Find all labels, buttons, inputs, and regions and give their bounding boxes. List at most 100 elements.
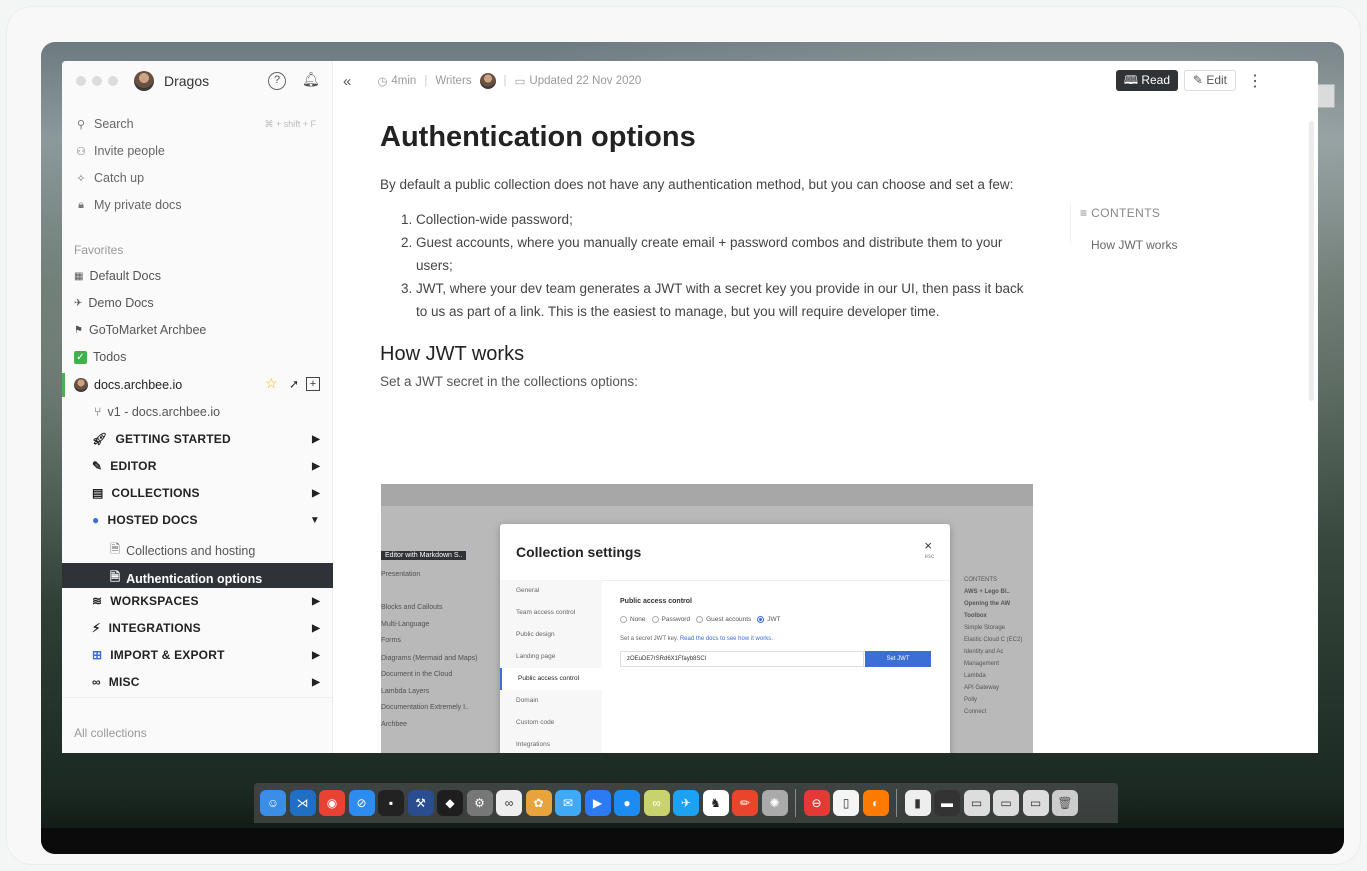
firefox-icon[interactable]: ◐ [862, 790, 889, 816]
radio-option[interactable]: Password [651, 616, 690, 623]
modal-nav-item[interactable]: Public design [500, 624, 602, 646]
invite-link[interactable]: ⚇ Invite people [74, 144, 165, 158]
add-page-icon[interactable]: + [306, 377, 320, 391]
photos-icon[interactable]: ✿ [525, 790, 552, 816]
space-label: docs.archbee.io [94, 378, 183, 392]
screenshot-sidebar-item: Blocks and Callouts [381, 604, 443, 611]
doc-topbar: « ◷ 4min | Writers | ▭ Updated 22 Nov 20… [333, 61, 1318, 101]
help-icon[interactable]: ? [268, 72, 286, 90]
link-icon[interactable]: ∞ [496, 790, 522, 816]
triangle-right-icon: ▶ [312, 676, 320, 688]
chain-icon[interactable]: ∞ [643, 790, 670, 816]
edit-mode-button[interactable]: ✎ Edit [1183, 70, 1236, 91]
trash-icon[interactable]: 🗑︎ [1052, 790, 1078, 816]
document-icon[interactable]: ▯ [833, 790, 859, 816]
modal-nav-item[interactable]: Domain [500, 690, 602, 712]
screenshot-toc-item: Identity and Ac Management [964, 649, 1004, 667]
screen-icon[interactable]: ▬ [934, 790, 960, 816]
version-item[interactable]: ⑂ v1 - docs.archbee.io [94, 405, 220, 419]
automator-icon[interactable]: ⚙ [466, 790, 493, 816]
twitter-icon[interactable]: ✈ [673, 790, 699, 816]
terminal-icon[interactable]: ▪ [378, 790, 404, 816]
messages-icon[interactable]: ● [614, 790, 640, 816]
pdf-icon[interactable]: ▮ [904, 790, 931, 816]
close-dot[interactable] [76, 76, 86, 86]
category-workspaces[interactable]: ≋ WORKSPACES ▶ [92, 594, 320, 608]
user-avatar[interactable] [134, 71, 154, 91]
radio-option[interactable]: None [620, 616, 646, 623]
app-window: Dragos ? 🔔︎ ⚲ Search ⌘ + shift + F ⚇ Inv… [62, 61, 1318, 753]
modal-nav-item[interactable]: Custom code [500, 712, 602, 734]
no-entry-icon[interactable]: ⊖ [803, 790, 830, 816]
checkbox-icon: ✓ [74, 350, 87, 364]
search-label: Search [94, 117, 134, 131]
favorite-item[interactable]: ▦ Default Docs [74, 269, 161, 283]
window-icon[interactable]: ▭ [963, 790, 990, 816]
chrome-icon[interactable]: ◉ [319, 790, 345, 816]
set-jwt-button[interactable]: Set JWT [865, 651, 931, 667]
private-docs-link[interactable]: 🔒︎ My private docs [74, 198, 181, 212]
category-editor[interactable]: ✎ EDITOR ▶ [92, 459, 320, 473]
active-page-row[interactable]: 🗎 Authentication options [62, 563, 333, 588]
vscode-icon[interactable]: ⋊ [289, 790, 316, 816]
username[interactable]: Dragos [164, 73, 209, 89]
bottom-bar [41, 828, 1344, 854]
category-getting-started[interactable]: 🚀︎ GETTING STARTED ▶ [92, 432, 320, 446]
category-misc[interactable]: ∞ MISC ▶ [92, 675, 320, 689]
favorite-item[interactable]: ✓ Todos [74, 350, 126, 364]
search-link[interactable]: ⚲ Search [74, 117, 134, 131]
read-label: Read [1141, 73, 1170, 87]
bell-icon[interactable]: 🔔︎ [302, 71, 320, 88]
notes-icon[interactable]: ✉ [555, 790, 581, 816]
space-item[interactable]: docs.archbee.io [74, 378, 182, 392]
toc-link[interactable]: How JWT works [1091, 238, 1177, 252]
figma-icon[interactable]: ◆ [437, 790, 463, 816]
safari-icon[interactable]: ⊘ [348, 790, 375, 816]
all-collections-link[interactable]: All collections [74, 726, 147, 740]
window-icon[interactable]: ▭ [993, 790, 1019, 816]
catchup-link[interactable]: ✧ Catch up [74, 171, 144, 185]
modal-nav-item[interactable]: Integrations [500, 734, 602, 753]
page-item[interactable]: 🗎 Collections and hosting [110, 540, 255, 561]
star-icon[interactable]: ☆ [265, 375, 278, 392]
window-controls[interactable] [76, 76, 118, 86]
space-avatar-icon [74, 378, 88, 392]
screenshot-sidebar-item: Forms [381, 637, 401, 644]
category-label: WORKSPACES [110, 594, 199, 608]
jwt-secret-input[interactable]: zOEuDE7rSRd6X1Ffayb8SCl [620, 651, 864, 667]
finder-icon[interactable]: ☺ [260, 790, 286, 816]
radio-option[interactable]: Guest accounts [696, 616, 751, 623]
modal-nav-item[interactable]: Team access control [500, 602, 602, 624]
modal-nav-item-active[interactable]: Public access control [500, 668, 602, 690]
modal-nav-item[interactable]: General [500, 580, 602, 602]
gear-app-icon[interactable]: ✺ [761, 790, 788, 816]
modal-nav-item[interactable]: Landing page [500, 646, 602, 668]
window-icon[interactable]: ▭ [1022, 790, 1049, 816]
zoom-icon[interactable]: ▶ [584, 790, 611, 816]
favorite-item[interactable]: ✈︎ Demo Docs [74, 296, 154, 310]
more-options-icon[interactable]: ⋮ [1247, 71, 1263, 91]
xcode-icon[interactable]: ⚒ [407, 790, 434, 816]
scrollbar[interactable] [1309, 121, 1314, 401]
page-item-active[interactable]: 🗎 Authentication options [110, 568, 262, 589]
docs-link[interactable]: Read the docs to see how it works. [680, 636, 773, 642]
read-mode-button[interactable]: 🕮 Read [1115, 70, 1178, 91]
close-icon[interactable]: × [924, 538, 932, 553]
updated-date: Updated 22 Nov 2020 [529, 75, 642, 87]
triangle-right-icon: ▶ [312, 487, 320, 499]
triangle-down-icon: ▼ [309, 514, 320, 526]
page-title: Authentication options [380, 121, 696, 153]
writer-avatar[interactable] [479, 73, 496, 89]
radio-option-selected[interactable]: JWT [757, 616, 781, 623]
collapse-sidebar-icon[interactable]: « [343, 73, 351, 90]
compass-icon[interactable]: ✏ [732, 790, 758, 816]
category-integrations[interactable]: ⚡︎ INTEGRATIONS ▶ [92, 621, 320, 635]
collection-settings-modal: Collection settings × esc General Team a… [500, 524, 950, 753]
category-hosted-docs[interactable]: ● HOSTED DOCS ▼ [92, 513, 320, 527]
zoom-dot[interactable] [108, 76, 118, 86]
minimize-dot[interactable] [92, 76, 102, 86]
instruments-icon[interactable]: ♞ [702, 790, 729, 816]
category-import-export[interactable]: ⊞ IMPORT & EXPORT ▶ [92, 648, 320, 662]
favorite-item[interactable]: ⚑ GoToMarket Archbee [74, 323, 206, 337]
category-collections[interactable]: ▤ COLLECTIONS ▶ [92, 486, 320, 500]
